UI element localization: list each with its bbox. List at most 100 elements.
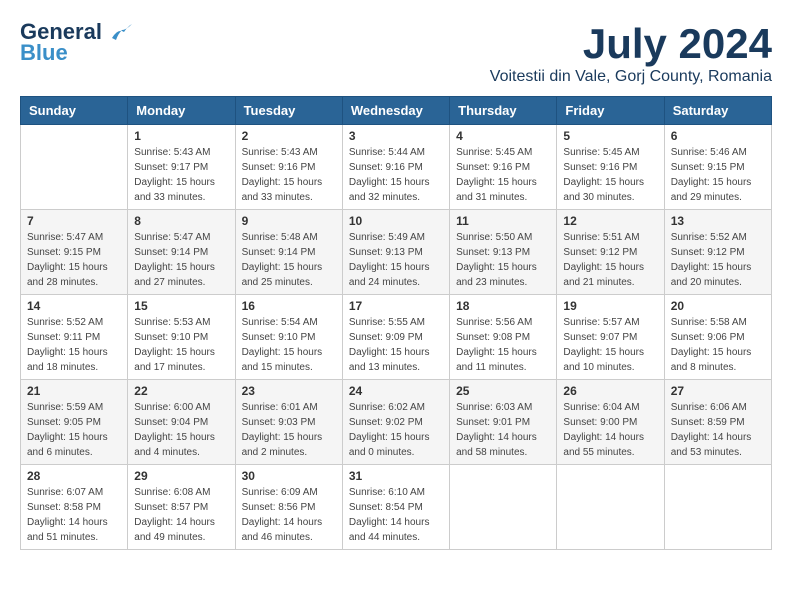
sunset-text: Sunset: 9:04 PM — [134, 417, 208, 428]
sunset-text: Sunset: 9:00 PM — [563, 417, 637, 428]
calendar-week-row: 14 Sunrise: 5:52 AM Sunset: 9:11 PM Dayl… — [21, 295, 772, 380]
day-info: Sunrise: 6:06 AM Sunset: 8:59 PM Dayligh… — [671, 400, 765, 460]
daylight-text: Daylight: 15 hours and 17 minutes. — [134, 347, 215, 373]
day-info: Sunrise: 5:48 AM Sunset: 9:14 PM Dayligh… — [242, 230, 336, 290]
day-number: 24 — [349, 384, 443, 398]
sunset-text: Sunset: 9:16 PM — [563, 162, 637, 173]
day-number: 27 — [671, 384, 765, 398]
day-info: Sunrise: 5:56 AM Sunset: 9:08 PM Dayligh… — [456, 315, 550, 375]
day-number: 14 — [27, 299, 121, 313]
sunrise-text: Sunrise: 6:00 AM — [134, 402, 210, 413]
calendar-day-cell: 7 Sunrise: 5:47 AM Sunset: 9:15 PM Dayli… — [21, 210, 128, 295]
sunrise-text: Sunrise: 6:06 AM — [671, 402, 747, 413]
sunset-text: Sunset: 9:09 PM — [349, 332, 423, 343]
logo: General Blue — [20, 20, 132, 66]
daylight-text: Daylight: 15 hours and 13 minutes. — [349, 347, 430, 373]
day-number: 10 — [349, 214, 443, 228]
calendar-day-cell: 14 Sunrise: 5:52 AM Sunset: 9:11 PM Dayl… — [21, 295, 128, 380]
day-info: Sunrise: 5:43 AM Sunset: 9:16 PM Dayligh… — [242, 145, 336, 205]
calendar-day-cell: 13 Sunrise: 5:52 AM Sunset: 9:12 PM Dayl… — [664, 210, 771, 295]
day-info: Sunrise: 5:59 AM Sunset: 9:05 PM Dayligh… — [27, 400, 121, 460]
sunset-text: Sunset: 9:10 PM — [134, 332, 208, 343]
sunset-text: Sunset: 8:58 PM — [27, 502, 101, 513]
day-info: Sunrise: 6:02 AM Sunset: 9:02 PM Dayligh… — [349, 400, 443, 460]
day-info: Sunrise: 6:10 AM Sunset: 8:54 PM Dayligh… — [349, 485, 443, 545]
calendar-day-cell: 12 Sunrise: 5:51 AM Sunset: 9:12 PM Dayl… — [557, 210, 664, 295]
day-number: 26 — [563, 384, 657, 398]
daylight-text: Daylight: 15 hours and 20 minutes. — [671, 262, 752, 288]
day-info: Sunrise: 6:08 AM Sunset: 8:57 PM Dayligh… — [134, 485, 228, 545]
sunrise-text: Sunrise: 6:02 AM — [349, 402, 425, 413]
day-number: 16 — [242, 299, 336, 313]
sunset-text: Sunset: 9:16 PM — [349, 162, 423, 173]
sunrise-text: Sunrise: 5:47 AM — [134, 232, 210, 243]
calendar-day-cell — [450, 465, 557, 550]
sunset-text: Sunset: 9:08 PM — [456, 332, 530, 343]
day-info: Sunrise: 6:00 AM Sunset: 9:04 PM Dayligh… — [134, 400, 228, 460]
calendar-day-cell: 31 Sunrise: 6:10 AM Sunset: 8:54 PM Dayl… — [342, 465, 449, 550]
daylight-text: Daylight: 15 hours and 33 minutes. — [134, 177, 215, 203]
day-info: Sunrise: 5:57 AM Sunset: 9:07 PM Dayligh… — [563, 315, 657, 375]
day-info: Sunrise: 5:51 AM Sunset: 9:12 PM Dayligh… — [563, 230, 657, 290]
calendar-day-cell: 28 Sunrise: 6:07 AM Sunset: 8:58 PM Dayl… — [21, 465, 128, 550]
calendar-day-cell: 6 Sunrise: 5:46 AM Sunset: 9:15 PM Dayli… — [664, 125, 771, 210]
daylight-text: Daylight: 15 hours and 31 minutes. — [456, 177, 537, 203]
calendar-day-cell: 22 Sunrise: 6:00 AM Sunset: 9:04 PM Dayl… — [128, 380, 235, 465]
sunset-text: Sunset: 9:10 PM — [242, 332, 316, 343]
day-number: 23 — [242, 384, 336, 398]
day-number: 13 — [671, 214, 765, 228]
sunrise-text: Sunrise: 5:46 AM — [671, 147, 747, 158]
calendar-day-cell — [21, 125, 128, 210]
day-info: Sunrise: 5:45 AM Sunset: 9:16 PM Dayligh… — [563, 145, 657, 205]
day-info: Sunrise: 5:43 AM Sunset: 9:17 PM Dayligh… — [134, 145, 228, 205]
weekday-header: Saturday — [664, 97, 771, 125]
sunset-text: Sunset: 9:07 PM — [563, 332, 637, 343]
daylight-text: Daylight: 15 hours and 30 minutes. — [563, 177, 644, 203]
sunset-text: Sunset: 9:16 PM — [456, 162, 530, 173]
weekday-header: Thursday — [450, 97, 557, 125]
day-number: 19 — [563, 299, 657, 313]
daylight-text: Daylight: 15 hours and 10 minutes. — [563, 347, 644, 373]
daylight-text: Daylight: 15 hours and 33 minutes. — [242, 177, 323, 203]
sunrise-text: Sunrise: 5:50 AM — [456, 232, 532, 243]
day-info: Sunrise: 6:07 AM Sunset: 8:58 PM Dayligh… — [27, 485, 121, 545]
day-number: 30 — [242, 469, 336, 483]
calendar-day-cell — [664, 465, 771, 550]
sunset-text: Sunset: 8:56 PM — [242, 502, 316, 513]
daylight-text: Daylight: 14 hours and 49 minutes. — [134, 517, 215, 543]
sunset-text: Sunset: 9:15 PM — [671, 162, 745, 173]
daylight-text: Daylight: 15 hours and 6 minutes. — [27, 432, 108, 458]
calendar-day-cell: 15 Sunrise: 5:53 AM Sunset: 9:10 PM Dayl… — [128, 295, 235, 380]
calendar-day-cell: 26 Sunrise: 6:04 AM Sunset: 9:00 PM Dayl… — [557, 380, 664, 465]
sunset-text: Sunset: 9:16 PM — [242, 162, 316, 173]
sunrise-text: Sunrise: 5:43 AM — [134, 147, 210, 158]
sunset-text: Sunset: 9:12 PM — [671, 247, 745, 258]
calendar-day-cell: 18 Sunrise: 5:56 AM Sunset: 9:08 PM Dayl… — [450, 295, 557, 380]
sunset-text: Sunset: 9:11 PM — [27, 332, 100, 343]
daylight-text: Daylight: 15 hours and 25 minutes. — [242, 262, 323, 288]
day-number: 4 — [456, 129, 550, 143]
sunset-text: Sunset: 8:59 PM — [671, 417, 745, 428]
calendar-day-cell: 1 Sunrise: 5:43 AM Sunset: 9:17 PM Dayli… — [128, 125, 235, 210]
day-number: 7 — [27, 214, 121, 228]
sunset-text: Sunset: 9:15 PM — [27, 247, 101, 258]
day-info: Sunrise: 5:52 AM Sunset: 9:11 PM Dayligh… — [27, 315, 121, 375]
sunset-text: Sunset: 9:12 PM — [563, 247, 637, 258]
sunrise-text: Sunrise: 5:56 AM — [456, 317, 532, 328]
sunrise-text: Sunrise: 5:57 AM — [563, 317, 639, 328]
sunset-text: Sunset: 8:54 PM — [349, 502, 423, 513]
calendar-header-row: SundayMondayTuesdayWednesdayThursdayFrid… — [21, 97, 772, 125]
sunset-text: Sunset: 9:05 PM — [27, 417, 101, 428]
sunrise-text: Sunrise: 5:49 AM — [349, 232, 425, 243]
day-info: Sunrise: 5:58 AM Sunset: 9:06 PM Dayligh… — [671, 315, 765, 375]
calendar-day-cell: 17 Sunrise: 5:55 AM Sunset: 9:09 PM Dayl… — [342, 295, 449, 380]
daylight-text: Daylight: 15 hours and 21 minutes. — [563, 262, 644, 288]
day-info: Sunrise: 5:46 AM Sunset: 9:15 PM Dayligh… — [671, 145, 765, 205]
calendar-day-cell — [557, 465, 664, 550]
calendar-day-cell: 24 Sunrise: 6:02 AM Sunset: 9:02 PM Dayl… — [342, 380, 449, 465]
sunrise-text: Sunrise: 5:43 AM — [242, 147, 318, 158]
calendar-week-row: 1 Sunrise: 5:43 AM Sunset: 9:17 PM Dayli… — [21, 125, 772, 210]
day-number: 21 — [27, 384, 121, 398]
sunrise-text: Sunrise: 5:48 AM — [242, 232, 318, 243]
day-number: 18 — [456, 299, 550, 313]
